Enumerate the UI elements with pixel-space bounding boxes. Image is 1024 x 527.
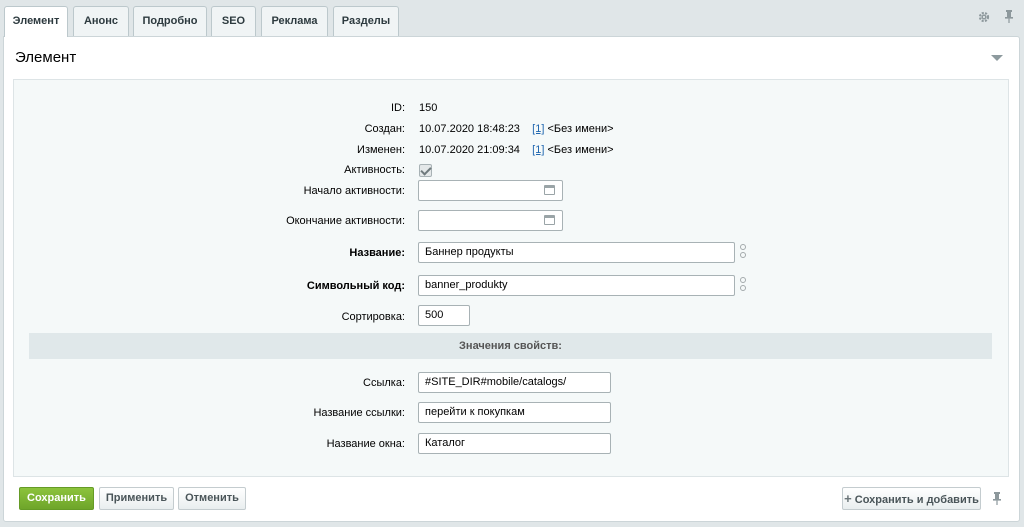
section-title: Элемент bbox=[15, 49, 77, 66]
calendar-icon[interactable] bbox=[544, 185, 555, 195]
id-value: 150 bbox=[419, 102, 438, 114]
code-label: Символьный код: bbox=[306, 280, 405, 292]
modified-user-name: <Без имени> bbox=[547, 144, 614, 156]
calendar-icon[interactable] bbox=[544, 215, 555, 225]
modified-row: 10.07.2020 21:09:34 [1] <Без имени> bbox=[419, 144, 614, 156]
gear-icon[interactable] bbox=[978, 11, 990, 23]
tab-sections[interactable]: Разделы bbox=[333, 6, 399, 36]
plus-icon: + bbox=[844, 491, 852, 506]
created-date: 10.07.2020 18:48:23 bbox=[419, 123, 520, 135]
save-and-add-label: Сохранить и добавить bbox=[854, 494, 979, 506]
pin-icon[interactable] bbox=[992, 492, 1002, 505]
chain-link-icon[interactable] bbox=[739, 244, 747, 260]
link-input[interactable]: #SITE_DIR#mobile/catalogs/ bbox=[418, 372, 611, 393]
active-from-label: Начало активности: bbox=[303, 185, 405, 197]
edit-panel: Элемент ID: 150 Создан: 10.07.2020 18:48… bbox=[3, 36, 1020, 522]
created-user-id-link[interactable]: [1] bbox=[532, 123, 544, 135]
element-form: ID: 150 Создан: 10.07.2020 18:48:23 [1] … bbox=[13, 79, 1009, 477]
triangle-down-icon[interactable] bbox=[991, 55, 1003, 61]
tab-bar: Элемент Анонс Подробно SEO Реклама Разде… bbox=[0, 0, 1024, 37]
apply-button[interactable]: Применить bbox=[99, 487, 174, 510]
active-checkbox[interactable] bbox=[419, 164, 432, 177]
created-user-name: <Без имени> bbox=[547, 123, 614, 135]
created-row: 10.07.2020 18:48:23 [1] <Без имени> bbox=[419, 123, 614, 135]
tab-ads[interactable]: Реклама bbox=[261, 6, 328, 36]
window-name-label: Название окна: bbox=[326, 438, 405, 450]
active-to-label: Окончание активности: bbox=[286, 215, 405, 227]
cancel-button[interactable]: Отменить bbox=[178, 487, 246, 510]
modified-user-id-link[interactable]: [1] bbox=[532, 144, 544, 156]
chain-link-icon[interactable] bbox=[739, 277, 747, 293]
created-label: Создан: bbox=[364, 123, 405, 135]
name-label: Название: bbox=[349, 247, 405, 259]
properties-header: Значения свойств: bbox=[29, 333, 992, 359]
save-and-add-button[interactable]: + Сохранить и добавить bbox=[842, 487, 981, 510]
id-label: ID: bbox=[390, 102, 405, 114]
tab-seo[interactable]: SEO bbox=[211, 6, 256, 36]
link-name-input[interactable]: перейти к покупкам bbox=[418, 402, 611, 423]
name-input[interactable]: Баннер продукты bbox=[418, 242, 735, 263]
tab-tools bbox=[978, 10, 1014, 23]
pin-icon[interactable] bbox=[1004, 10, 1014, 23]
link-name-label: Название ссылки: bbox=[313, 407, 405, 419]
active-to-input[interactable] bbox=[418, 210, 563, 231]
active-label: Активность: bbox=[344, 164, 405, 176]
active-from-input[interactable] bbox=[418, 180, 563, 201]
modified-label: Изменен: bbox=[357, 144, 405, 156]
sort-input[interactable]: 500 bbox=[418, 305, 470, 326]
save-button[interactable]: Сохранить bbox=[19, 487, 94, 510]
tab-details[interactable]: Подробно bbox=[133, 6, 207, 36]
link-label: Ссылка: bbox=[363, 377, 405, 389]
code-input[interactable]: banner_produkty bbox=[418, 275, 735, 296]
window-name-input[interactable]: Каталог bbox=[418, 433, 611, 454]
sort-label: Сортировка: bbox=[341, 311, 405, 323]
modified-date: 10.07.2020 21:09:34 bbox=[419, 144, 520, 156]
tab-element[interactable]: Элемент bbox=[4, 6, 68, 37]
tab-announce[interactable]: Анонс bbox=[73, 6, 129, 36]
